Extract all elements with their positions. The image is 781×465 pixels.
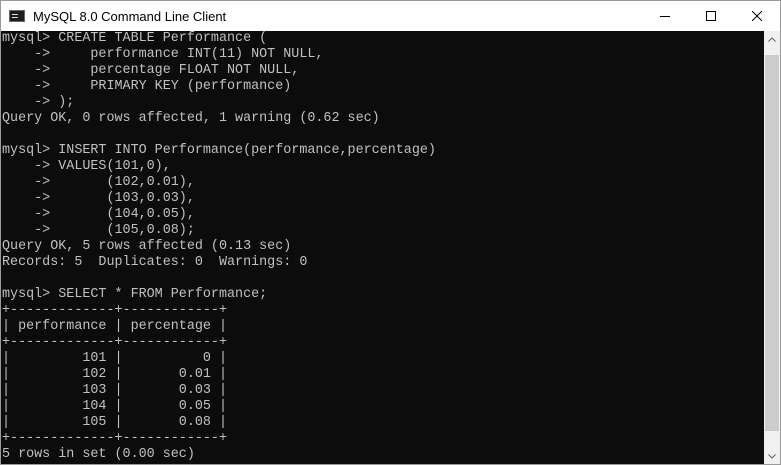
- table-border-line: +-------------+------------+: [2, 303, 227, 318]
- scroll-up-button[interactable]: [764, 31, 780, 48]
- console-text: mysql> CREATE TABLE Performance ( -> per…: [1, 31, 764, 463]
- console-line: 5 rows in set (0.00 sec): [2, 447, 195, 462]
- console-line: -> (103,0.03),: [2, 191, 195, 206]
- minimize-button[interactable]: [642, 1, 688, 31]
- console-line: -> (104,0.05),: [2, 207, 195, 222]
- console-line: -> percentage FLOAT NOT NULL,: [2, 63, 300, 78]
- console-line: mysql> SELECT * FROM Performance;: [2, 287, 268, 302]
- close-button[interactable]: [734, 1, 780, 31]
- console-output[interactable]: mysql> CREATE TABLE Performance ( -> per…: [1, 31, 764, 464]
- console-line: -> VALUES(101,0),: [2, 159, 171, 174]
- console-line: mysql> INSERT INTO Performance(performan…: [2, 143, 436, 158]
- console-line: Query OK, 5 rows affected (0.13 sec): [2, 239, 292, 254]
- console-line: -> PRIMARY KEY (performance): [2, 79, 292, 94]
- chevron-up-icon: [768, 37, 776, 42]
- console-line: -> );: [2, 95, 75, 110]
- window-title: MySQL 8.0 Command Line Client: [33, 8, 227, 24]
- table-header-row: | performance | percentage |: [2, 319, 227, 334]
- scroll-down-button[interactable]: [764, 448, 780, 464]
- console-line: -> (102,0.01),: [2, 175, 195, 190]
- console-line: -> performance INT(11) NOT NULL,: [2, 47, 324, 62]
- console-line: mysql> CREATE TABLE Performance (: [2, 31, 268, 46]
- maximize-button[interactable]: [688, 1, 734, 31]
- console-app-icon[interactable]: [9, 10, 25, 22]
- maximize-icon: [706, 11, 716, 21]
- table-row: | 101 | 0 |: [2, 351, 227, 366]
- scrollbar-thumb[interactable]: [765, 55, 779, 431]
- table-row: | 105 | 0.08 |: [2, 415, 227, 430]
- table-row: | 104 | 0.05 |: [2, 399, 227, 414]
- chevron-down-icon: [768, 454, 776, 459]
- table-border-line: +-------------+------------+: [2, 335, 227, 350]
- console-window: MySQL 8.0 Command Line Client mysql> CRE…: [0, 0, 781, 465]
- console-line: Records: 5 Duplicates: 0 Warnings: 0: [2, 255, 308, 270]
- console-line: -> (105,0.08);: [2, 223, 195, 238]
- console-line: Query OK, 0 rows affected, 1 warning (0.…: [2, 111, 380, 126]
- title-bar[interactable]: MySQL 8.0 Command Line Client: [1, 1, 780, 31]
- close-icon: [752, 11, 762, 21]
- vertical-scrollbar[interactable]: [764, 31, 780, 464]
- table-row: | 102 | 0.01 |: [2, 367, 227, 382]
- table-border-line: +-------------+------------+: [2, 431, 227, 446]
- table-row: | 103 | 0.03 |: [2, 383, 227, 398]
- minimize-icon: [660, 16, 670, 17]
